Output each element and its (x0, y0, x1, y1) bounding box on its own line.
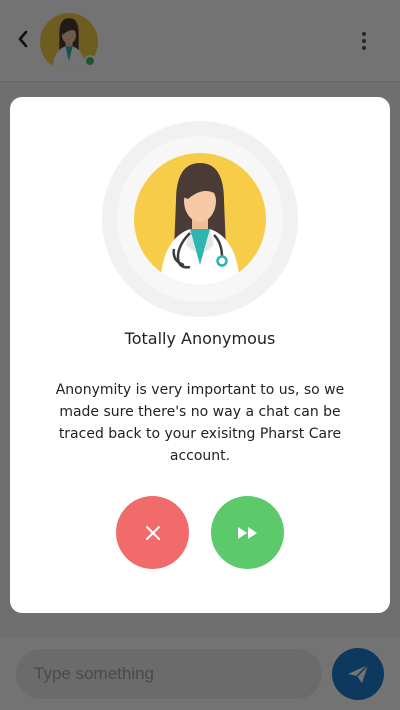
doctor-avatar-large (134, 153, 266, 285)
anonymity-dialog: Totally Anonymous Anonymity is very impo… (10, 97, 390, 613)
avatar-ring (102, 121, 298, 317)
close-icon (145, 525, 160, 540)
continue-button[interactable] (211, 496, 284, 569)
dialog-message: Anonymity is very important to us, so we… (55, 382, 345, 464)
decline-button[interactable] (116, 496, 189, 569)
doctor-illustration (160, 163, 240, 285)
fast-forward-icon (237, 526, 257, 539)
dialog-title: Totally Anonymous (124, 329, 276, 348)
